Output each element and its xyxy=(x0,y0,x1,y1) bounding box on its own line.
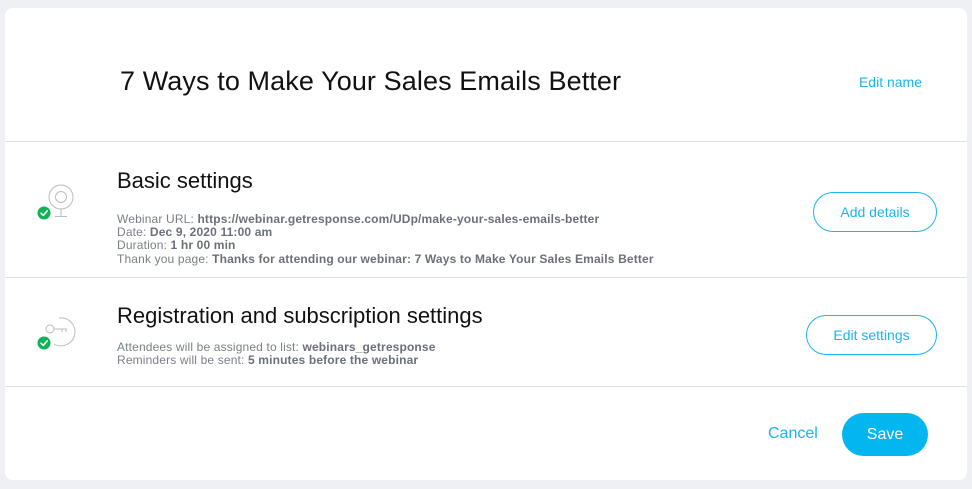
webinar-settings-card: 7 Ways to Make Your Sales Emails Better … xyxy=(5,8,967,480)
card-header: 7 Ways to Make Your Sales Emails Better … xyxy=(5,8,967,142)
basic-settings-section: Basic settings Webinar URL: https://webi… xyxy=(5,142,967,278)
add-details-button[interactable]: Add details xyxy=(813,192,937,232)
reminders-value: 5 minutes before the webinar xyxy=(247,353,419,368)
card-footer: Cancel Save xyxy=(5,387,967,480)
registration-settings-title: Registration and subscription settings xyxy=(117,303,483,328)
cancel-button[interactable]: Cancel xyxy=(768,425,818,443)
webinar-url-value: https://webinar.getresponse.com/UDp/make… xyxy=(197,212,600,226)
webinar-title: 7 Ways to Make Your Sales Emails Better xyxy=(120,66,622,96)
save-button[interactable]: Save xyxy=(842,413,928,456)
duration-label: Duration: xyxy=(117,238,168,253)
edit-name-link[interactable]: Edit name xyxy=(859,74,922,90)
basic-settings-title: Basic settings xyxy=(117,168,253,193)
thankyou-row: Thank you page: Thanks for attending our… xyxy=(117,251,654,266)
list-value: webinars_getresponse xyxy=(302,340,436,354)
reminders-row: Reminders will be sent: 5 minutes before… xyxy=(117,354,436,367)
key-icon xyxy=(31,308,81,358)
duration-value: 1 hr 00 min xyxy=(170,238,236,253)
check-icon xyxy=(37,336,51,350)
thankyou-label: Thank you page: xyxy=(117,251,209,266)
date-value: Dec 9, 2020 11:00 am xyxy=(149,225,273,240)
registration-settings-section: Registration and subscription settings A… xyxy=(5,278,967,387)
webinar-url-label: Webinar URL: xyxy=(117,212,194,226)
registration-settings-details: Attendees will be assigned to list: webi… xyxy=(117,340,436,367)
webcam-icon xyxy=(31,176,81,226)
thankyou-value: Thanks for attending our webinar: 7 Ways… xyxy=(212,251,654,266)
edit-settings-button[interactable]: Edit settings xyxy=(806,315,937,355)
date-label: Date: xyxy=(117,225,147,240)
basic-settings-details: Webinar URL: https://webinar.getresponse… xyxy=(117,212,654,266)
check-icon xyxy=(37,206,51,220)
list-label: Attendees will be assigned to list: xyxy=(117,340,300,354)
reminders-label: Reminders will be sent: xyxy=(117,353,245,368)
